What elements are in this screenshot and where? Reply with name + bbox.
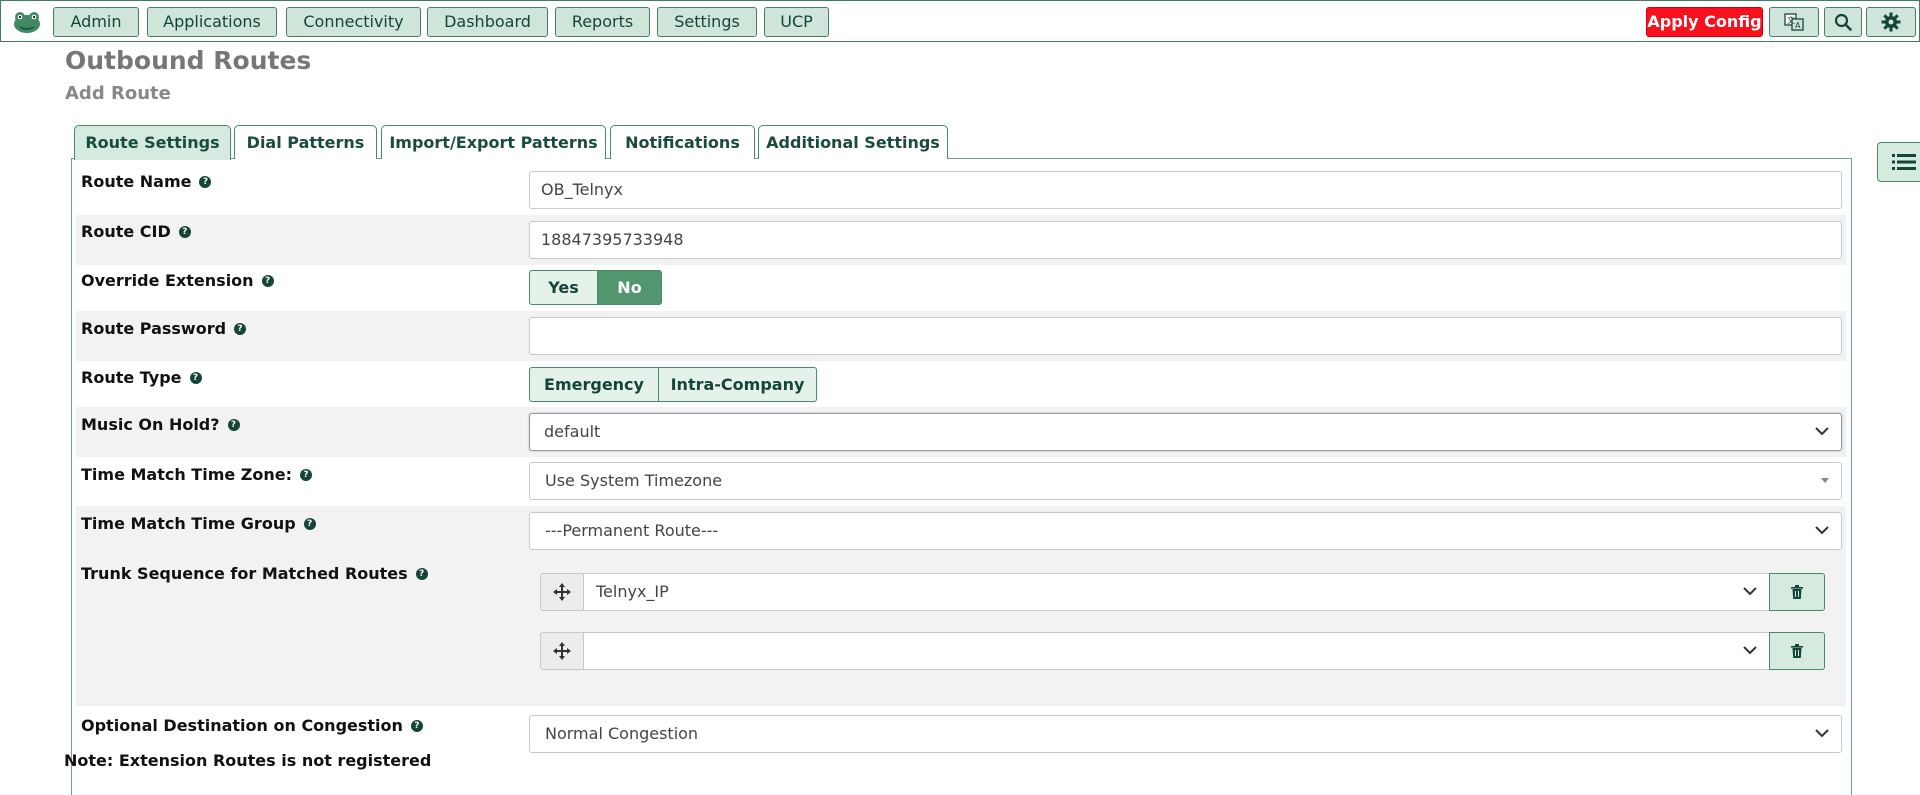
help-icon[interactable]: ? (303, 517, 316, 530)
help-icon[interactable]: ? (410, 719, 423, 732)
time-group-label: Time Match Time Group ? (81, 514, 316, 533)
congestion-select[interactable]: Normal Congestion (529, 715, 1842, 753)
nav-admin[interactable]: Admin (53, 7, 139, 37)
nav-applications[interactable]: Applications (147, 7, 277, 37)
chevron-down-icon (1743, 587, 1757, 596)
nav-settings[interactable]: Settings (657, 7, 757, 37)
chevron-down-icon (1815, 427, 1829, 436)
help-icon[interactable]: ? (415, 567, 428, 580)
page-title: Outbound Routes (65, 46, 312, 75)
chevron-down-icon (1815, 526, 1829, 535)
trash-icon (1791, 585, 1803, 599)
congestion-label: Optional Destination on Congestion ? (81, 716, 423, 735)
route-password-input[interactable] (529, 317, 1842, 355)
time-zone-select[interactable]: Use System Timezone (529, 462, 1842, 500)
nav-connectivity[interactable]: Connectivity (286, 7, 421, 37)
move-icon (553, 642, 571, 660)
route-type-emergency-button[interactable]: Emergency (529, 367, 659, 402)
route-cid-input[interactable]: 18847395733948 (529, 221, 1842, 259)
tab-import-export-patterns[interactable]: Import/Export Patterns (381, 125, 606, 159)
help-icon[interactable]: ? (261, 274, 274, 287)
help-icon[interactable]: ? (227, 418, 240, 431)
list-icon (1892, 154, 1916, 170)
music-on-hold-label: Music On Hold? ? (81, 415, 240, 434)
caret-down-icon (1821, 478, 1829, 483)
side-list-toggle[interactable] (1877, 142, 1920, 182)
registration-note: Note: Extension Routes is not registered (64, 751, 432, 770)
trash-icon (1791, 644, 1803, 658)
gear-icon[interactable] (1866, 7, 1916, 37)
override-extension-label: Override Extension ? (81, 271, 274, 290)
help-icon[interactable]: ? (199, 175, 212, 188)
tab-dial-patterns[interactable]: Dial Patterns (234, 125, 377, 159)
override-no-button[interactable]: No (597, 270, 662, 305)
music-on-hold-select[interactable]: default (529, 413, 1842, 451)
tab-additional-settings[interactable]: Additional Settings (758, 125, 948, 159)
page-subtitle: Add Route (65, 83, 171, 104)
time-zone-label: Time Match Time Zone: ? (81, 465, 313, 484)
search-icon[interactable] (1824, 7, 1862, 37)
language-icon[interactable]: 文 A (1769, 7, 1819, 37)
delete-trunk-button[interactable] (1769, 632, 1825, 670)
trunk-select[interactable] (583, 632, 1770, 670)
route-type-intra-company-button[interactable]: Intra-Company (658, 367, 817, 402)
drag-handle[interactable] (540, 573, 584, 611)
tab-route-settings[interactable]: Route Settings (74, 125, 231, 160)
nav-reports[interactable]: Reports (555, 7, 650, 37)
chevron-down-icon (1743, 646, 1757, 655)
trunk-sequence-label: Trunk Sequence for Matched Routes ? (81, 564, 428, 583)
route-name-input[interactable]: OB_Telnyx (529, 171, 1842, 209)
nav-ucp[interactable]: UCP (764, 7, 829, 37)
override-yes-button[interactable]: Yes (529, 270, 598, 305)
top-navbar: Admin Applications Connectivity Dashboar… (0, 0, 1920, 42)
help-icon[interactable]: ? (234, 322, 247, 335)
chevron-down-icon (1815, 729, 1829, 738)
route-password-label: Route Password ? (81, 319, 247, 338)
time-group-select[interactable]: ---Permanent Route--- (529, 512, 1842, 550)
apply-config-button[interactable]: Apply Config (1646, 7, 1763, 37)
help-icon[interactable]: ? (300, 468, 313, 481)
route-type-label: Route Type ? (81, 368, 202, 387)
help-icon[interactable]: ? (189, 371, 202, 384)
delete-trunk-button[interactable] (1769, 573, 1825, 611)
nav-dashboard[interactable]: Dashboard (427, 7, 548, 37)
svg-text:A: A (1795, 21, 1801, 30)
tab-notifications[interactable]: Notifications (610, 125, 755, 159)
svg-text:文: 文 (1787, 15, 1795, 25)
move-icon (553, 583, 571, 601)
route-cid-label: Route CID ? (81, 222, 191, 241)
route-name-label: Route Name ? (81, 172, 212, 191)
frog-logo-icon[interactable] (11, 9, 43, 35)
trunk-select[interactable]: Telnyx_IP (583, 573, 1770, 611)
drag-handle[interactable] (540, 632, 584, 670)
help-icon[interactable]: ? (178, 225, 191, 238)
